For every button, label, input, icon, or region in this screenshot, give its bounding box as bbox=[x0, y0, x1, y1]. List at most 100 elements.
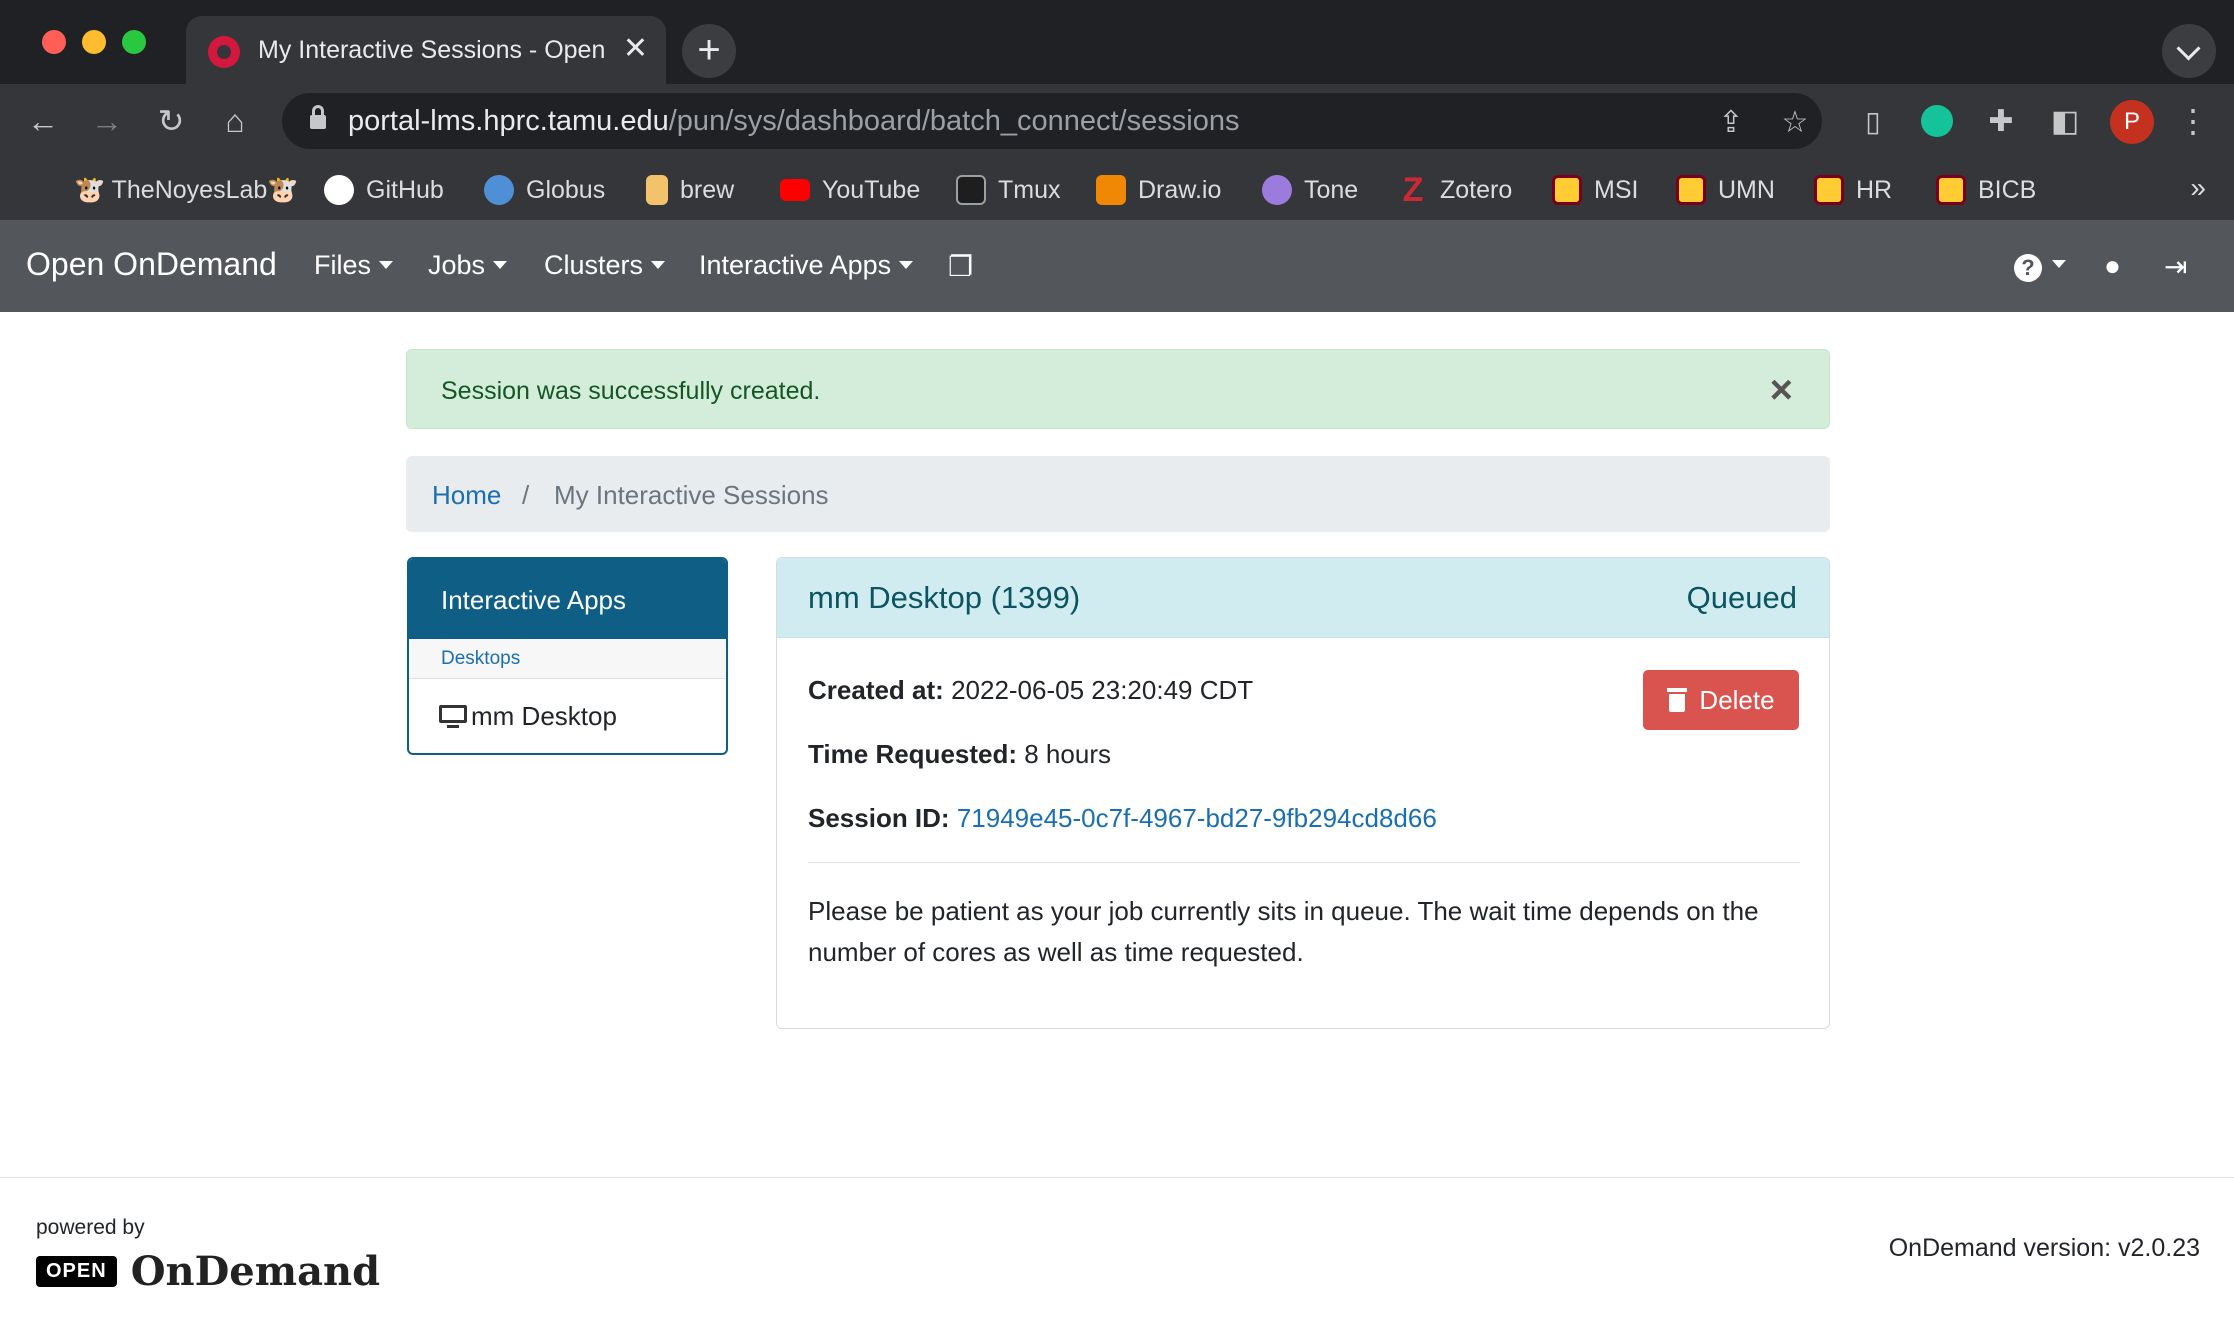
time-requested-value: 8 hours bbox=[1024, 739, 1111, 769]
bookmark-thenoyeslab[interactable]: 🐮 TheNoyesLab🐮 bbox=[74, 170, 298, 210]
session-card: mm Desktop (1399) Queued Created at: 202… bbox=[776, 557, 1830, 1029]
github-icon bbox=[324, 175, 354, 205]
minimize-window-button[interactable] bbox=[82, 30, 106, 54]
nav-clusters-dropdown[interactable]: Clusters bbox=[544, 250, 666, 281]
bookmark-github[interactable]: GitHub bbox=[324, 170, 444, 210]
ondemand-navbar: Open OnDemand Files Jobs Clusters Intera… bbox=[0, 220, 2234, 312]
logout-icon[interactable]: ⇥ bbox=[2164, 250, 2187, 283]
session-status-badge: Queued bbox=[1686, 580, 1797, 615]
maximize-window-button[interactable] bbox=[122, 30, 146, 54]
help-dropdown[interactable] bbox=[2044, 248, 2066, 280]
caret-down-icon bbox=[651, 261, 666, 269]
interactive-apps-sidebar: Interactive Apps Desktops mm Desktop bbox=[407, 557, 728, 755]
desktop-monitor-icon bbox=[439, 704, 467, 729]
bookmark-label: Tmux bbox=[998, 175, 1061, 204]
breadcrumb: Home / My Interactive Sessions bbox=[406, 456, 1830, 532]
user-icon[interactable]: ● bbox=[2104, 250, 2121, 282]
drawio-icon bbox=[1096, 175, 1126, 205]
caret-down-icon bbox=[379, 261, 394, 269]
lock-icon[interactable] bbox=[310, 105, 326, 129]
forward-arrow-icon[interactable]: → bbox=[86, 100, 128, 142]
bookmark-drawio[interactable]: Draw.io bbox=[1096, 170, 1221, 210]
home-icon[interactable]: ⌂ bbox=[214, 100, 256, 142]
bookmark-bicb[interactable]: BICB bbox=[1936, 170, 2036, 210]
tab-close-icon[interactable]: ✕ bbox=[623, 32, 648, 66]
bookmark-globus[interactable]: Globus bbox=[484, 170, 605, 210]
grammarly-extension-icon[interactable] bbox=[1916, 100, 1958, 142]
breadcrumb-home-link[interactable]: Home bbox=[432, 480, 501, 511]
umn-m-icon bbox=[1936, 175, 1966, 205]
ondemand-logo[interactable]: OPEN OnDemand bbox=[36, 1248, 380, 1295]
side-panel-icon[interactable]: ◧ bbox=[2044, 100, 2086, 142]
alert-close-icon[interactable]: × bbox=[1770, 368, 1793, 413]
new-tab-button[interactable]: + bbox=[682, 24, 736, 78]
bookmarks-overflow-icon[interactable]: » bbox=[2190, 172, 2206, 204]
bookmark-hr[interactable]: HR bbox=[1814, 170, 1892, 210]
created-at-row: Created at: 2022-06-05 23:20:49 CDT bbox=[808, 675, 1253, 706]
bookmark-label: Zotero bbox=[1440, 175, 1513, 204]
umn-m-icon bbox=[1552, 175, 1582, 205]
share-icon[interactable]: ⇪ bbox=[1712, 103, 1750, 141]
youtube-icon bbox=[780, 179, 810, 201]
powered-by-text: powered by bbox=[36, 1216, 145, 1239]
browser-tab[interactable]: My Interactive Sessions - Open OnDemand … bbox=[186, 16, 666, 84]
bookmark-label: HR bbox=[1856, 175, 1893, 204]
browser-toolbar: ← → ↻ ⌂ portal-lms.hprc.tamu.edu/pun/sys… bbox=[0, 84, 2234, 158]
trash-icon bbox=[1667, 688, 1688, 712]
profile-avatar[interactable]: P bbox=[2110, 100, 2154, 144]
nav-interactive-apps-dropdown[interactable]: Interactive Apps bbox=[699, 250, 914, 281]
browser-menu-icon[interactable]: ⋮ bbox=[2172, 100, 2214, 142]
bookmark-zotero[interactable]: Z Zotero bbox=[1398, 170, 1513, 210]
session-id-row: Session ID: 71949e45-0c7f-4967-bd27-9fb2… bbox=[808, 803, 1437, 834]
nav-label: Files bbox=[314, 250, 372, 280]
tab-search-button[interactable] bbox=[2162, 24, 2216, 78]
sidebar-category: Desktops bbox=[409, 639, 726, 679]
nav-files-dropdown[interactable]: Files bbox=[314, 250, 394, 281]
bookmark-tmux[interactable]: Tmux bbox=[956, 170, 1061, 210]
session-id-link[interactable]: 71949e45-0c7f-4967-bd27-9fb294cd8d66 bbox=[957, 803, 1437, 833]
bookmark-star-icon[interactable]: ☆ bbox=[1776, 103, 1814, 141]
bookmark-youtube[interactable]: YouTube bbox=[780, 170, 920, 210]
brand-link[interactable]: Open OnDemand bbox=[26, 246, 277, 283]
brew-icon bbox=[646, 175, 668, 205]
time-requested-row: Time Requested: 8 hours bbox=[808, 739, 1111, 770]
nav-label: Interactive Apps bbox=[699, 250, 892, 280]
session-id-label: Session ID: bbox=[808, 803, 950, 833]
session-title: mm Desktop (1399) bbox=[808, 580, 1081, 615]
bookmark-label: UMN bbox=[1718, 175, 1775, 204]
my-sessions-icon[interactable]: ❐ bbox=[948, 250, 973, 283]
bookmark-label: Tone bbox=[1304, 175, 1359, 204]
nav-label: Clusters bbox=[544, 250, 644, 280]
caret-down-icon bbox=[899, 261, 914, 269]
delete-button[interactable]: Delete bbox=[1643, 670, 1799, 730]
bookmarks-bar: 🐮 TheNoyesLab🐮 GitHub Globus brew YouTub… bbox=[0, 158, 2234, 220]
created-at-label: Created at: bbox=[808, 675, 944, 705]
reload-icon[interactable]: ↻ bbox=[150, 100, 192, 142]
nav-jobs-dropdown[interactable]: Jobs bbox=[428, 250, 508, 281]
bookmark-umn[interactable]: UMN bbox=[1676, 170, 1775, 210]
bookmark-label: BICB bbox=[1978, 175, 2037, 204]
umn-m-icon bbox=[1814, 175, 1844, 205]
bookmark-brew[interactable]: brew bbox=[646, 170, 734, 210]
page-footer: powered by OPEN OnDemand OnDemand versio… bbox=[0, 1177, 2234, 1320]
bookmark-tone[interactable]: Tone bbox=[1262, 170, 1358, 210]
back-arrow-icon[interactable]: ← bbox=[22, 100, 64, 142]
reader-mode-icon[interactable]: ▯ bbox=[1852, 100, 1894, 142]
bookmark-label: MSI bbox=[1594, 175, 1639, 204]
bookmark-label: YouTube bbox=[822, 175, 921, 204]
question-circle-icon[interactable]: ? bbox=[2014, 254, 2042, 282]
bookmark-label: Globus bbox=[526, 175, 606, 204]
ondemand-favicon-icon bbox=[208, 36, 240, 68]
tone-icon bbox=[1262, 175, 1292, 205]
divider bbox=[808, 862, 1800, 863]
bookmark-label: 🐮 TheNoyesLab🐮 bbox=[74, 175, 299, 204]
extensions-puzzle-icon[interactable]: ✚ bbox=[1980, 100, 2022, 142]
tab-title: My Interactive Sessions - Open OnDemand bbox=[258, 36, 608, 64]
bookmark-msi[interactable]: MSI bbox=[1552, 170, 1638, 210]
logo-wordmark: OnDemand bbox=[130, 1248, 381, 1295]
close-window-button[interactable] bbox=[42, 30, 66, 54]
sidebar-item-label: mm Desktop bbox=[471, 701, 617, 731]
address-bar[interactable]: portal-lms.hprc.tamu.edu/pun/sys/dashboa… bbox=[282, 93, 1822, 149]
breadcrumb-current: My Interactive Sessions bbox=[554, 480, 829, 510]
sidebar-item-mm-desktop[interactable]: mm Desktop bbox=[439, 701, 617, 732]
